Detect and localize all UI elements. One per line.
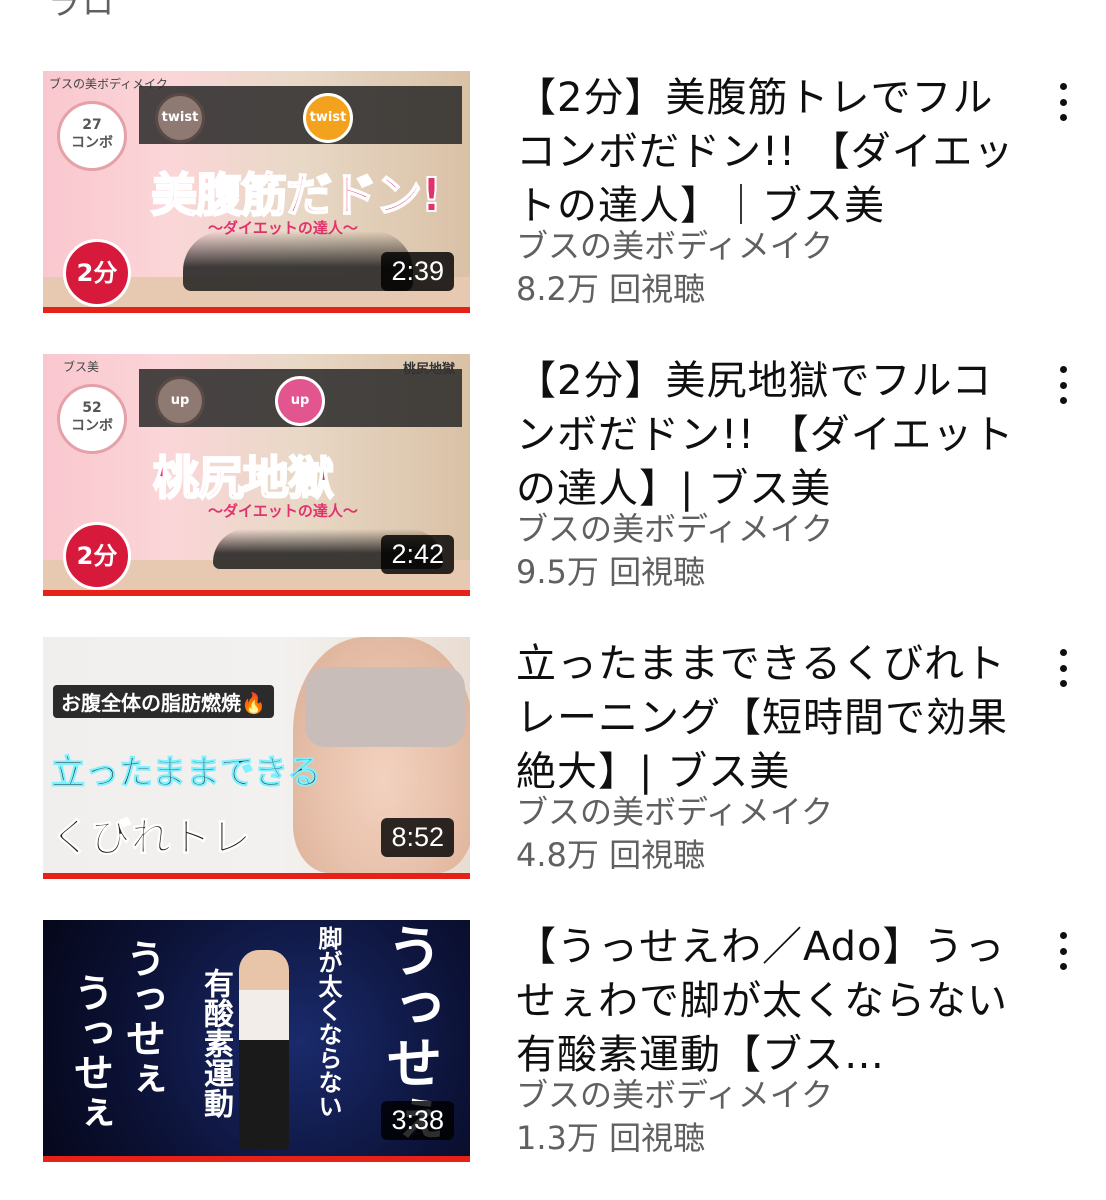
thumb-figure-top	[305, 667, 465, 747]
thumb-vertical-text: うっせぇ	[67, 972, 113, 1132]
video-thumbnail[interactable]: ブス美 52 コンボ up up 桃尻地獄 桃尻地獄 ～ダイエットの達人～ 2分…	[43, 354, 470, 596]
view-count: 4.8万 回視聴	[516, 836, 706, 874]
video-duration: 8:52	[381, 818, 454, 857]
thumb-badge: twist	[155, 93, 205, 143]
video-duration: 3:38	[381, 1101, 454, 1140]
thumb-channel-tag: ブス美	[63, 360, 100, 374]
thumb-combo-counter: 52 コンボ	[57, 384, 127, 454]
thumb-tag: お腹全体の脂肪燃焼🔥	[53, 685, 274, 718]
thumb-badge: up	[155, 376, 205, 426]
video-title[interactable]: 立ったままできるくびれトレーニング【短時間で効果絶大】| ブス美	[516, 637, 1016, 799]
more-options-icon[interactable]	[1048, 77, 1078, 127]
video-duration: 2:39	[381, 252, 454, 291]
video-thumbnail[interactable]: うっせぇ うっせぇ 有酸素運動 脚が太くならない うっせぇ 3:38	[43, 920, 470, 1162]
video-duration: 2:42	[381, 535, 454, 574]
watch-progress-bar	[43, 1156, 470, 1162]
thumb-vertical-text: 脚が太くならない	[314, 926, 342, 1118]
watch-progress-bar	[43, 590, 470, 596]
thumb-figure	[183, 231, 413, 291]
video-thumbnail[interactable]: お腹全体の脂肪燃焼🔥 立ったままできる くびれトレ 8:52	[43, 637, 470, 879]
watch-progress-bar	[43, 307, 470, 313]
video-thumbnail[interactable]: ブスの美ボディメイク 27 コンボ twist twist 美腹筋だドン! ～ダ…	[43, 71, 470, 313]
thumb-combo-counter: 27 コンボ	[57, 101, 127, 171]
more-options-icon[interactable]	[1048, 643, 1078, 693]
thumb-vertical-text: 有酸素運動	[198, 968, 233, 1118]
channel-name[interactable]: ブスの美ボディメイク	[516, 504, 833, 550]
thumb-badge: up	[275, 376, 325, 426]
view-count: 1.3万 回視聴	[516, 1119, 706, 1157]
more-options-icon[interactable]	[1048, 926, 1078, 976]
previous-item-fragment: ラロ	[48, 0, 117, 22]
thumb-headline: 立ったままできる	[50, 753, 322, 794]
view-count: 9.5万 回視聴	[516, 553, 706, 591]
more-options-icon[interactable]	[1048, 360, 1078, 410]
thumb-figure	[239, 950, 289, 1150]
channel-name[interactable]: ブスの美ボディメイク	[516, 1070, 833, 1116]
video-title[interactable]: 【2分】美腹筋トレでフルコンボだドン!! 【ダイエットの達人】｜ブス美	[516, 71, 1016, 233]
video-item[interactable]: ブスの美ボディメイク 27 コンボ twist twist 美腹筋だドン! ～ダ…	[0, 71, 1106, 321]
video-item[interactable]: うっせぇ うっせぇ 有酸素運動 脚が太くならない うっせぇ 3:38 【うっせえ…	[0, 920, 1106, 1170]
video-item[interactable]: ブス美 52 コンボ up up 桃尻地獄 桃尻地獄 ～ダイエットの達人～ 2分…	[0, 354, 1106, 604]
thumb-corner-text: 桃尻地獄	[403, 362, 456, 377]
thumb-headline: 桃尻地獄	[152, 450, 335, 506]
channel-name[interactable]: ブスの美ボディメイク	[516, 221, 833, 267]
video-title[interactable]: 【うっせえわ／Ado】うっせぇわで脚が太くならない有酸素運動【ブス…	[516, 920, 1016, 1082]
thumb-badge: twist	[303, 93, 353, 143]
thumb-timer-badge: 2分	[63, 239, 131, 307]
thumb-subheadline: くびれトレ	[51, 815, 252, 862]
thumb-subheadline: ～ダイエットの達人～	[208, 502, 358, 520]
watch-progress-bar	[43, 873, 470, 879]
thumb-vertical-text: うっせぇ	[119, 938, 165, 1098]
view-count: 8.2万 回視聴	[516, 270, 706, 308]
thumb-timer-badge: 2分	[63, 522, 131, 590]
thumb-headline: 美腹筋だドン!	[150, 167, 443, 223]
video-title[interactable]: 【2分】美尻地獄でフルコンボだドン!! 【ダイエットの達人】| ブス美	[516, 354, 1016, 516]
channel-name[interactable]: ブスの美ボディメイク	[516, 787, 833, 833]
video-item[interactable]: お腹全体の脂肪燃焼🔥 立ったままできる くびれトレ 8:52 立ったままできるく…	[0, 637, 1106, 887]
